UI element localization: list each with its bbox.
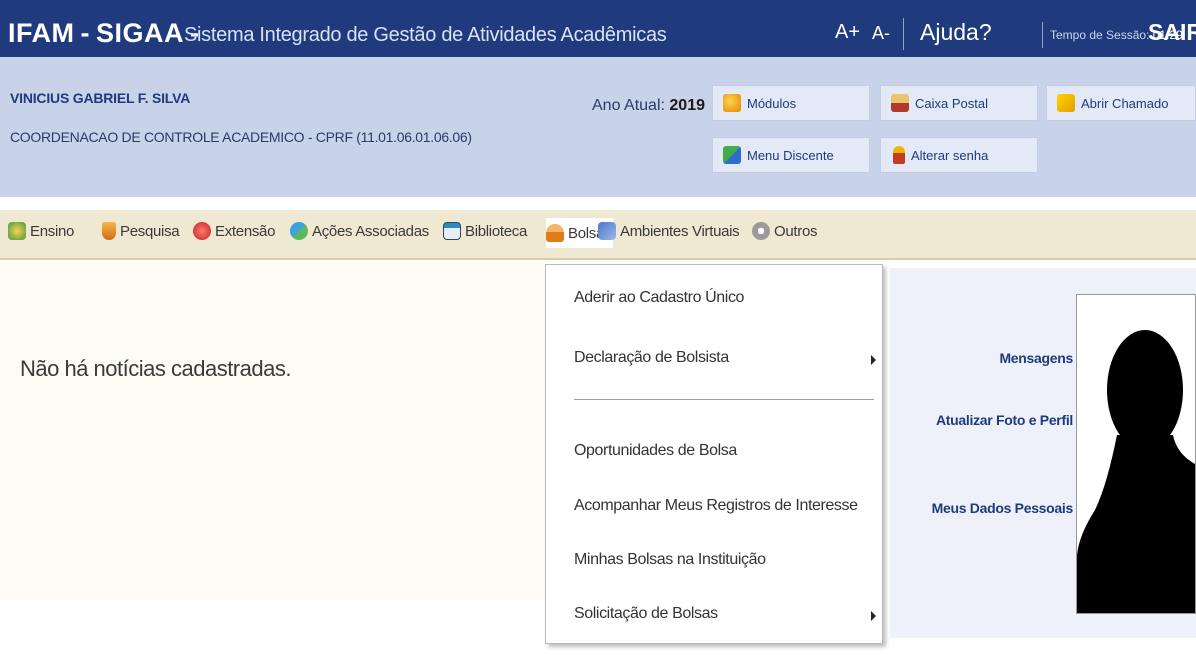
modules-icon xyxy=(723,94,741,112)
key-icon xyxy=(893,146,905,164)
brand-separator: - xyxy=(80,18,90,48)
year-label: Ano Atual: xyxy=(592,97,665,114)
nav-outros-label: Outros xyxy=(774,222,818,240)
ticket-icon xyxy=(1057,94,1075,112)
nav-outros[interactable]: Outros xyxy=(752,222,818,240)
font-increase-button[interactable]: A+ xyxy=(835,21,860,44)
nav-acoes-associadas[interactable]: Ações Associadas xyxy=(290,222,429,240)
main-nav: Ensino Pesquisa Extensão Ações Associada… xyxy=(0,210,1196,260)
divider xyxy=(903,18,904,50)
logout-button[interactable]: SAIR xyxy=(1148,19,1196,46)
nav-extensao[interactable]: Extensão xyxy=(193,222,275,240)
nav-extensao-label: Extensão xyxy=(215,222,276,240)
user-silhouette-icon xyxy=(1077,295,1195,613)
graduation-icon xyxy=(8,222,26,240)
open-ticket-label: Abrir Chamado xyxy=(1081,95,1169,111)
nav-ensino-label: Ensino xyxy=(30,222,75,240)
session-label: Tempo de Sessão: xyxy=(1050,28,1150,42)
menu-item-acompanhar-registros[interactable]: Acompanhar Meus Registros de Interesse xyxy=(574,497,858,515)
student-menu-button[interactable]: Menu Discente xyxy=(712,137,870,173)
messages-link[interactable]: Mensagens xyxy=(999,350,1073,366)
current-year: Ano Atual: 2019 xyxy=(592,97,705,115)
year-value: 2019 xyxy=(669,97,705,114)
divider xyxy=(1042,22,1043,48)
nav-ambientes-label: Ambientes Virtuais xyxy=(620,222,740,240)
heart-icon xyxy=(193,222,211,240)
news-panel: Não há notícias cadastradas. xyxy=(0,262,545,600)
menu-item-solicitacao[interactable]: Solicitação de Bolsas xyxy=(574,605,718,623)
mailbox-icon xyxy=(891,94,909,112)
top-bar: IFAM - SIGAA - Sistema Integrado de Gestão … xyxy=(0,0,1196,73)
virtual-env-icon xyxy=(598,222,616,240)
change-password-button[interactable]: Alterar senha xyxy=(880,137,1038,173)
no-news-message: Não há notícias cadastradas. xyxy=(20,356,291,381)
mailbox-button[interactable]: Caixa Postal xyxy=(880,85,1038,121)
open-ticket-button[interactable]: Abrir Chamado xyxy=(1046,85,1196,121)
flask-icon xyxy=(102,222,116,240)
help-link[interactable]: Ajuda? xyxy=(920,19,992,46)
brand-ifam: IFAM xyxy=(8,18,75,48)
gear-icon xyxy=(752,222,770,240)
submenu-arrow-icon xyxy=(871,611,876,621)
menu-item-declaracao-bolsista[interactable]: Declaração de Bolsista xyxy=(574,349,729,367)
student-menu-icon xyxy=(723,146,741,164)
menu-separator xyxy=(574,399,874,400)
profile-photo xyxy=(1076,294,1196,614)
book-icon xyxy=(443,222,461,240)
font-decrease-button[interactable]: A- xyxy=(872,23,890,44)
menu-item-aderir-cadastro[interactable]: Aderir ao Cadastro Único xyxy=(574,289,744,307)
modules-button[interactable]: Módulos xyxy=(712,85,870,121)
change-password-label: Alterar senha xyxy=(911,147,989,163)
nav-biblioteca-label: Biblioteca xyxy=(465,222,528,240)
menu-item-oportunidades[interactable]: Oportunidades de Bolsa xyxy=(574,442,737,460)
nav-biblioteca[interactable]: Biblioteca xyxy=(443,222,527,240)
submenu-arrow-icon xyxy=(871,355,876,365)
nav-ambientes-virtuais[interactable]: Ambientes Virtuais xyxy=(598,222,740,240)
person-icon xyxy=(546,224,564,242)
bolsas-dropdown-menu: Aderir ao Cadastro Único Declaração de B… xyxy=(545,264,883,644)
mailbox-label: Caixa Postal xyxy=(915,95,988,111)
brand-sigaa: SIGAA xyxy=(96,18,185,48)
user-unit: COORDENACAO DE CONTROLE ACADEMICO - CPRF… xyxy=(10,129,472,145)
nav-ensino[interactable]: Ensino xyxy=(8,222,74,240)
user-name: VINICIUS GABRIEL F. SILVA xyxy=(10,90,191,106)
menu-item-minhas-bolsas[interactable]: Minhas Bolsas na Instituição xyxy=(574,551,766,569)
update-photo-link[interactable]: Atualizar Foto e Perfil xyxy=(936,412,1073,428)
modules-label: Módulos xyxy=(747,95,797,111)
personal-data-link[interactable]: Meus Dados Pessoais xyxy=(932,500,1074,516)
people-icon xyxy=(290,222,308,240)
nav-pesquisa[interactable]: Pesquisa xyxy=(102,222,180,240)
system-title: Sistema Integrado de Gestão de Atividade… xyxy=(184,24,667,46)
header-strip xyxy=(0,57,1196,73)
student-menu-label: Menu Discente xyxy=(747,147,834,163)
nav-pesquisa-label: Pesquisa xyxy=(120,222,180,240)
brand[interactable]: IFAM - SIGAA - xyxy=(8,18,206,49)
nav-acoes-label: Ações Associadas xyxy=(312,222,429,240)
